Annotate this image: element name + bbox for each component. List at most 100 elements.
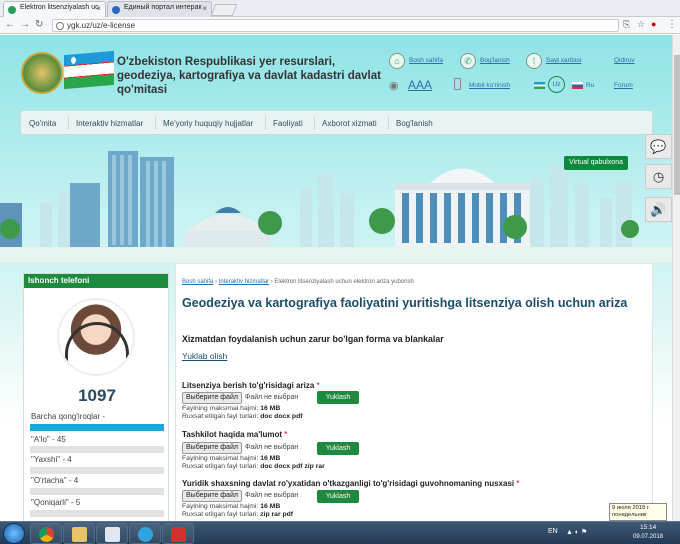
taskbar-chrome-button[interactable] bbox=[30, 523, 62, 544]
nav-item-information-service[interactable]: Axborot xizmati bbox=[322, 119, 377, 128]
file-max-size: Faylning maksimal hajmi: 16 MB bbox=[182, 455, 281, 462]
file-allowed-types: Ruxsat etilgan fayl turlari: doc docx pd… bbox=[182, 463, 325, 470]
new-tab-button[interactable] bbox=[210, 4, 238, 16]
uzbekistan-flag-logo bbox=[64, 50, 114, 90]
speaker-icon[interactable]: 🔊 bbox=[645, 197, 672, 222]
nav-item-legal-documents[interactable]: Me'yoriy huquqiy hujjatlar bbox=[163, 119, 253, 128]
site-title: O'zbekiston Respublikasi yer resurslari,… bbox=[117, 56, 381, 96]
close-tab-icon[interactable]: × bbox=[202, 4, 207, 13]
bookmark-star-icon[interactable]: ☆ bbox=[637, 19, 645, 30]
file-max-size: Faylning maksimal hajmi: 16 MB bbox=[182, 503, 281, 510]
font-size-toggle[interactable]: AAA bbox=[408, 78, 432, 92]
browser-tab[interactable]: Единый портал интерак × bbox=[107, 1, 212, 17]
site-favicon-icon bbox=[112, 6, 120, 14]
poll-item: "Qoniqarli" - 5 bbox=[31, 498, 81, 507]
taskbar-explorer-button[interactable] bbox=[63, 523, 95, 544]
home-icon[interactable]: ⌂ bbox=[389, 53, 405, 69]
poll-item: "Yaxshi" - 4 bbox=[31, 455, 72, 464]
trust-phone-panel: Ishonch telefoni 1097 Barcha qong'iroqla… bbox=[23, 273, 169, 521]
poll-bar bbox=[30, 510, 164, 517]
section-subtitle: Xizmatdan foydalanish uchun zarur bo'lga… bbox=[182, 334, 444, 344]
sitemap-link[interactable]: Sayt xaritasi bbox=[546, 57, 581, 64]
poll-item: "O'rtacha" - 4 bbox=[31, 476, 79, 485]
no-file-text: Файл не выбран bbox=[245, 492, 299, 499]
state-emblem-logo bbox=[21, 52, 63, 94]
info-icon[interactable] bbox=[56, 22, 64, 30]
back-arrow-icon[interactable]: ← bbox=[5, 19, 15, 30]
page-viewport: O'zbekiston Respublikasi yer resurslari,… bbox=[0, 35, 680, 521]
breadcrumb-section[interactable]: Interaktiv hizmatlar bbox=[219, 279, 269, 285]
nav-item-contact[interactable]: Bog'lanish bbox=[396, 119, 433, 128]
page-title: Geodeziya va kartografiya faoliyatini yu… bbox=[182, 296, 628, 310]
document-icon bbox=[105, 527, 120, 542]
start-button[interactable] bbox=[3, 523, 25, 544]
main-nav: Qo'mita Interaktiv hizmatlar Me'yoriy hu… bbox=[20, 110, 653, 135]
home-link[interactable]: Bosh sahifa bbox=[409, 57, 443, 64]
forum-link[interactable]: Forum bbox=[614, 82, 633, 89]
mobile-icon[interactable] bbox=[454, 78, 461, 90]
upload-button[interactable]: Yuklash bbox=[317, 490, 359, 503]
clock-date[interactable]: 09.07.2018 bbox=[633, 534, 663, 540]
url-field[interactable]: ygk.uz/uz/e-license bbox=[52, 19, 619, 32]
eye-icon[interactable]: ◉ bbox=[389, 79, 399, 92]
history-clock-icon[interactable]: ◷ bbox=[645, 164, 672, 189]
search-link[interactable]: Qidiruv bbox=[614, 57, 635, 64]
clock-time[interactable]: 15:14 bbox=[640, 524, 656, 531]
mobile-view-link[interactable]: Mobil ko'rinish bbox=[469, 82, 510, 89]
tooltip-date: 9 июля 2018 г. bbox=[612, 505, 650, 511]
taskbar-app-button[interactable] bbox=[96, 523, 128, 544]
choose-file-button[interactable]: Выберите файл bbox=[182, 392, 242, 404]
contact-icon[interactable]: ✆ bbox=[460, 53, 476, 69]
address-bar-row: ← → ↻ ygk.uz/uz/e-license ⎘ ☆ ● ⋮ bbox=[0, 17, 680, 34]
keyboard-language[interactable]: EN bbox=[548, 528, 558, 535]
browser-tab-active[interactable]: Elektron litsenziyalash uc × bbox=[3, 1, 106, 17]
scrollbar-thumb[interactable] bbox=[674, 55, 680, 195]
page-scrollbar[interactable] bbox=[672, 35, 680, 521]
taskbar-pdf-button[interactable] bbox=[162, 523, 194, 544]
file-allowed-types: Ruxsat etilgan fayl turlari: zip rar pdf bbox=[182, 511, 294, 518]
choose-file-button[interactable]: Выберите файл bbox=[182, 490, 242, 502]
taskbar-telegram-button[interactable] bbox=[129, 523, 161, 544]
poll-bar bbox=[30, 446, 164, 453]
phone-number[interactable]: 1097 bbox=[24, 386, 170, 406]
reload-icon[interactable]: ↻ bbox=[35, 19, 43, 30]
forward-arrow-icon[interactable]: → bbox=[20, 19, 30, 30]
windows-taskbar: EN ▲ ◐ ⚑ 15:14 09.07.2018 bbox=[0, 521, 680, 544]
virtual-reception-button[interactable]: Virtual qabulxona bbox=[564, 156, 628, 170]
url-text: ygk.uz/uz/e-license bbox=[67, 21, 136, 30]
site-favicon-icon bbox=[8, 6, 16, 14]
choose-file-button[interactable]: Выберите файл bbox=[182, 442, 242, 454]
pinterest-icon[interactable]: ● bbox=[651, 19, 656, 29]
breadcrumb-separator: › bbox=[270, 279, 273, 285]
lang-uz-selected[interactable]: Uz bbox=[548, 76, 565, 93]
tray-icons[interactable]: ▲ ◐ ⚑ bbox=[566, 528, 587, 536]
contact-link[interactable]: Bog'lanish bbox=[480, 57, 510, 64]
breadcrumb-separator: › bbox=[215, 279, 218, 285]
chrome-icon bbox=[39, 527, 54, 542]
panel-title: Ishonch telefoni bbox=[24, 274, 168, 288]
ru-flag-icon[interactable] bbox=[572, 82, 583, 89]
nav-item-activity[interactable]: Faoliyati bbox=[273, 119, 303, 128]
upload-button[interactable]: Yuklash bbox=[317, 442, 359, 455]
file-allowed-types: Ruxsat etilgan fayl turlari: doc docx pd… bbox=[182, 413, 303, 420]
translate-icon[interactable]: ⎘ bbox=[623, 19, 630, 30]
operator-avatar bbox=[57, 298, 135, 376]
browser-tab-bar: Elektron litsenziyalash uc × Единый порт… bbox=[0, 0, 680, 17]
sitemap-icon[interactable]: ⁞ bbox=[526, 53, 542, 69]
tab-title: Единый портал интерак bbox=[124, 4, 202, 11]
breadcrumb-home[interactable]: Bosh sahifa bbox=[182, 279, 213, 285]
nav-item-interactive-services[interactable]: Interaktiv hizmatlar bbox=[76, 119, 143, 128]
upload-button[interactable]: Yuklash bbox=[317, 391, 359, 404]
lang-ru[interactable]: Ru bbox=[586, 82, 594, 89]
file-field-label: Yuridik shaxsning davlat ro'yxatidan o't… bbox=[182, 479, 520, 488]
pdf-icon bbox=[171, 527, 186, 542]
poll-question: Barcha qong'iroqlar - bbox=[31, 412, 106, 421]
uz-flag-icon[interactable] bbox=[534, 82, 545, 89]
file-field-label: Tashkilot haqida ma'lumot * bbox=[182, 430, 288, 439]
nav-item-committee[interactable]: Qo'mita bbox=[29, 119, 56, 128]
menu-icon[interactable]: ⋮ bbox=[667, 19, 677, 30]
close-tab-icon[interactable]: × bbox=[96, 4, 101, 13]
download-link[interactable]: Yuklab olish bbox=[182, 351, 227, 361]
chat-icon[interactable]: 💬 bbox=[645, 134, 672, 159]
folder-icon bbox=[72, 527, 87, 542]
